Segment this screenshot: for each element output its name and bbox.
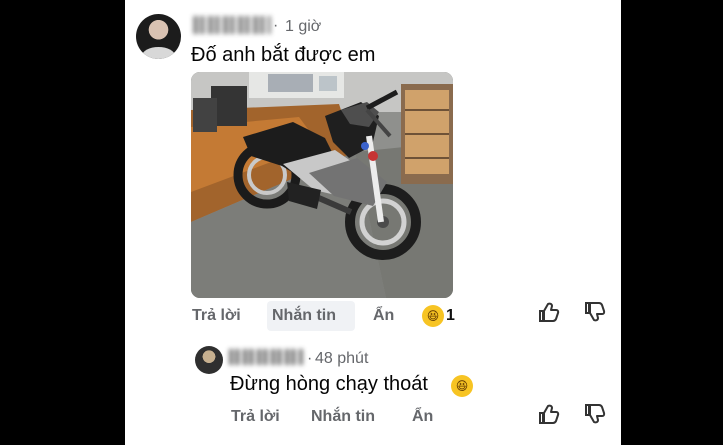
- laughing-emoji-icon: 😆: [451, 375, 473, 397]
- reply-action[interactable]: Trả lời: [231, 408, 280, 426]
- reply-separator: ·: [307, 350, 313, 367]
- reply-action[interactable]: Trả lời: [192, 307, 241, 325]
- dislike-icon[interactable]: [584, 301, 606, 323]
- message-action[interactable]: Nhắn tin: [272, 307, 336, 325]
- reaction-count[interactable]: 1: [446, 307, 455, 325]
- dislike-icon[interactable]: [584, 403, 606, 425]
- comment-photo[interactable]: [191, 72, 453, 298]
- laughing-emoji-icon[interactable]: 😆: [422, 305, 444, 327]
- comment-text: Đố anh bắt được em: [191, 44, 376, 66]
- reply-avatar[interactable]: [195, 346, 223, 374]
- comment-time[interactable]: 1 giờ: [285, 18, 321, 36]
- reply-time[interactable]: 48 phút: [315, 350, 368, 368]
- comment-panel: · 1 giờ Đố anh bắt được em Trả lời Nhắn …: [125, 0, 621, 445]
- commenter-avatar[interactable]: [136, 14, 181, 59]
- commenter-name-blurred[interactable]: [193, 16, 271, 34]
- hide-action[interactable]: Ẩn: [373, 307, 394, 325]
- reply-name-blurred[interactable]: [229, 349, 303, 365]
- reply-text: Đừng hòng chạy thoát: [230, 373, 428, 395]
- message-action[interactable]: Nhắn tin: [311, 408, 375, 426]
- like-icon[interactable]: [538, 403, 560, 425]
- like-icon[interactable]: [538, 301, 560, 323]
- hide-action[interactable]: Ẩn: [412, 408, 433, 426]
- comment-separator: ·: [273, 17, 279, 34]
